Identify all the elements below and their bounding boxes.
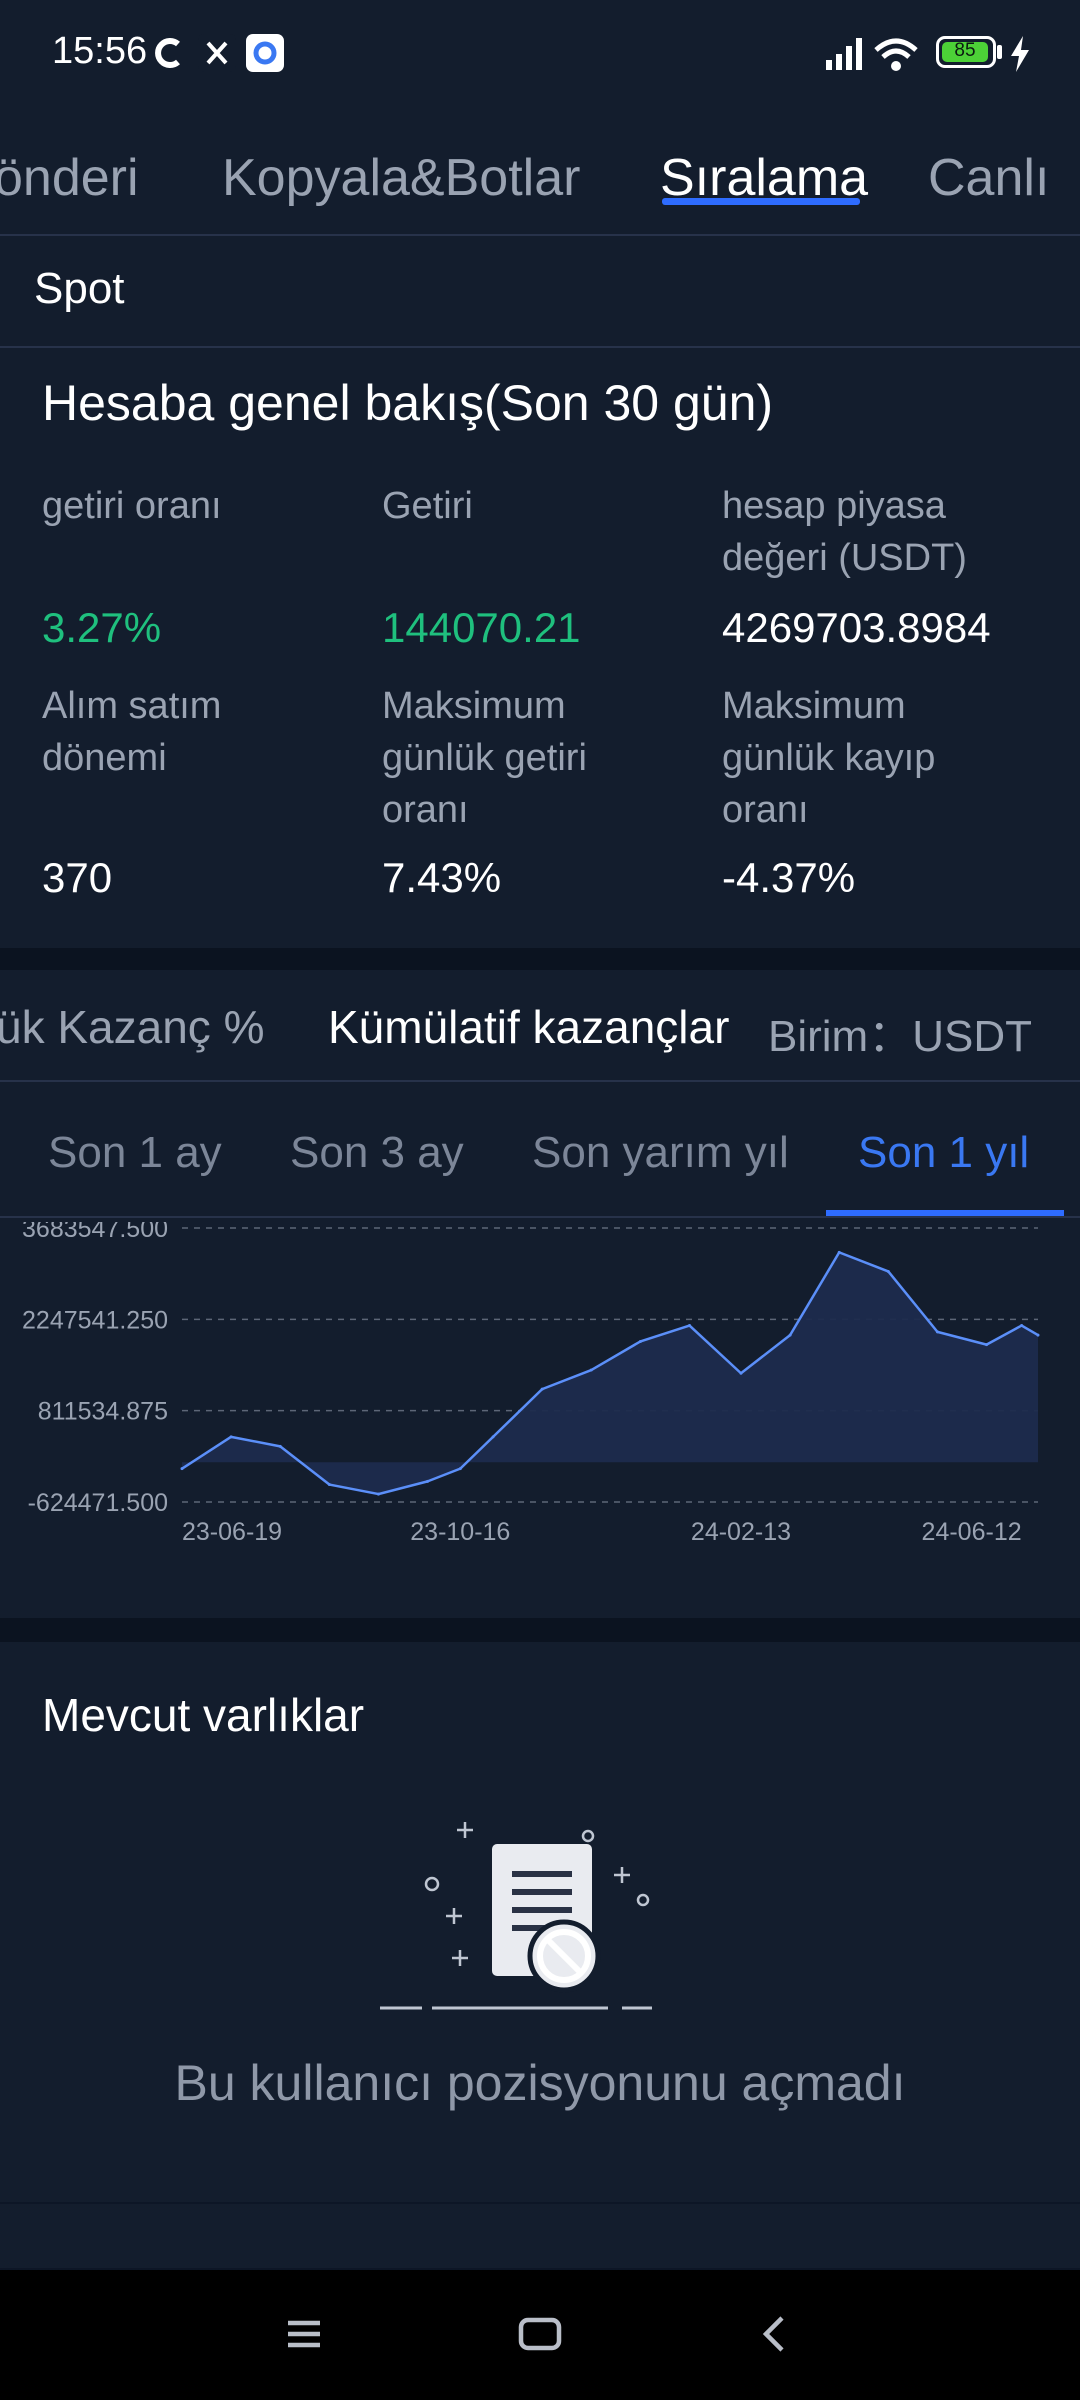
stat-label-max-daily-return: Maksimum günlük getiri oranı	[382, 685, 587, 831]
menu-icon[interactable]	[286, 2318, 322, 2350]
home-icon[interactable]	[518, 2316, 562, 2352]
stat-value-max-daily-return: 7.43%	[382, 854, 502, 901]
stat-value-return: 144070.21	[382, 604, 581, 651]
data-point	[1020, 1324, 1024, 1328]
data-point	[638, 1339, 642, 1343]
y-tick-label: 811534.875	[38, 1398, 168, 1426]
x-tick-label: 23-06-19	[182, 1518, 282, 1546]
status-time: 15:56	[52, 30, 148, 72]
empty-document-icon	[380, 1822, 652, 2010]
google-app-icon	[246, 34, 284, 72]
y-tick-label: 2247541.250	[22, 1306, 168, 1334]
signal-icon	[826, 38, 862, 70]
data-point	[886, 1269, 890, 1273]
next-section-stub	[0, 2204, 1080, 2268]
earnings-chart-section: ük Kazanç % Kümülatif kazançlar Birim：US…	[0, 970, 1080, 1618]
data-point	[278, 1444, 282, 1448]
series-area	[182, 1252, 1038, 1495]
cumulative-earnings-chart: 3683547.500 2247541.250 811534.875 -624471.…	[22, 1222, 1040, 1546]
data-point	[788, 1333, 792, 1337]
current-holdings-section: Mevcut varlıklar Bu kullanıcı pozisyonun…	[0, 1642, 1080, 2202]
charging-icon	[1011, 36, 1029, 72]
tab-cumulative-earnings[interactable]: Kümülatif kazançlar	[328, 1000, 729, 1054]
period-tabs-separator	[0, 1216, 1080, 1218]
x-tick-label: 24-06-12	[922, 1518, 1022, 1546]
tab-daily-gain-percent[interactable]: ük Kazanç %	[0, 1000, 264, 1054]
unit-label[interactable]: Birim：USDT	[768, 1000, 1032, 1064]
x-tick-label: 23-10-16	[410, 1518, 510, 1546]
period-tab-3-months[interactable]: Son 3 ay	[290, 1128, 464, 1178]
stat-value-market-value: 4269703.8984	[722, 604, 991, 651]
stat-label-max-daily-loss: Maksimum günlük kayıp oranı	[722, 685, 936, 831]
data-point	[985, 1343, 989, 1347]
period-tab-1-year[interactable]: Son 1 yıl	[858, 1128, 1029, 1178]
battery-level: 85	[954, 40, 976, 61]
tab-canli[interactable]: Canlı	[928, 148, 1049, 208]
data-point	[376, 1492, 380, 1496]
period-tab-half-year[interactable]: Son yarım yıl	[532, 1128, 789, 1178]
stat-value-max-daily-loss: -4.37%	[722, 854, 856, 901]
tab-kopyala-botlar[interactable]: Kopyala&Botlar	[222, 148, 580, 208]
wifi-icon	[874, 38, 918, 71]
y-tick-label: 3683547.500	[22, 1222, 168, 1243]
data-point	[935, 1330, 939, 1334]
holdings-title: Mevcut varlıklar	[42, 1689, 365, 1741]
top-tab-bar: önderi Kopyala&Botlar Sıralama Canlı	[0, 110, 1080, 236]
period-tab-1-month[interactable]: Son 1 ay	[48, 1128, 222, 1178]
stat-label-market-value: hesap piyasa değeri (USDT)	[722, 485, 967, 579]
x-app-icon	[198, 34, 236, 72]
account-overview: Hesaba genel bakış(Son 30 gün) getiri or…	[0, 348, 1080, 948]
data-point	[491, 1435, 495, 1439]
active-tab-indicator	[662, 198, 860, 205]
stat-label-return: Getiri	[382, 485, 473, 527]
data-point	[837, 1250, 841, 1254]
section-divider	[0, 948, 1080, 970]
empty-holdings-message: Bu kullanıcı pozisyonunu açmadı	[174, 2055, 906, 2111]
data-point	[180, 1467, 184, 1471]
battery-tip	[997, 45, 1002, 59]
overview-title: Hesaba genel bakış(Son 30 gün)	[42, 375, 774, 431]
battery-icon: 85	[936, 36, 996, 68]
y-tick-label: -624471.500	[28, 1489, 168, 1517]
stat-value-return-rate: 3.27%	[42, 604, 162, 651]
chart-tabs-separator	[0, 1080, 1080, 1082]
c-app-icon	[155, 38, 180, 68]
back-icon[interactable]	[760, 2314, 788, 2354]
tab-onderi[interactable]: önderi	[0, 148, 139, 208]
data-point	[229, 1435, 233, 1439]
spot-label[interactable]: Spot	[34, 264, 125, 314]
data-point	[327, 1483, 331, 1487]
data-point	[589, 1368, 593, 1372]
spot-section: Spot	[0, 236, 1080, 348]
data-point	[458, 1467, 462, 1471]
data-point	[688, 1324, 692, 1328]
stat-value-trading-period: 370	[42, 854, 113, 901]
data-point	[540, 1387, 544, 1391]
status-bar: 15:56 85	[0, 0, 1080, 110]
section-divider-2	[0, 1618, 1080, 1642]
stat-label-trading-period: Alım satım dönemi	[42, 685, 222, 779]
stat-label-return-rate: getiri oranı	[42, 485, 222, 527]
x-tick-label: 24-02-13	[691, 1518, 791, 1546]
data-point	[739, 1371, 743, 1375]
data-point	[426, 1479, 430, 1483]
data-point	[1036, 1333, 1040, 1337]
system-navigation-bar	[0, 2270, 1080, 2400]
